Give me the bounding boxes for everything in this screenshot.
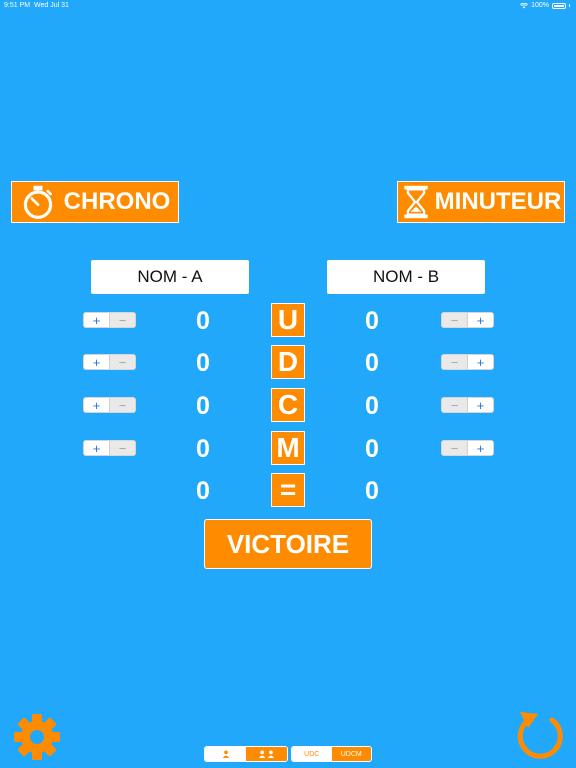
status-date: Wed Jul 31 [34,2,69,9]
mode-segmented-control: UDC UDCM [291,746,372,762]
single-player-segment[interactable] [205,747,246,761]
team-a-name-field[interactable]: NOM - A [91,260,249,294]
team-b-d-plus-button[interactable]: + [467,355,493,369]
status-time: 9:51 PM [4,2,31,9]
team-a-d-plus-button[interactable]: + [84,355,109,369]
team-a-m-plus-button[interactable]: + [84,441,109,455]
team-b-name-field[interactable]: NOM - B [327,260,485,294]
minuteur-button[interactable]: MINUTEUR [397,181,565,223]
team-a-u-minus-button[interactable]: − [109,313,135,327]
victoire-button[interactable]: VICTOIRE [204,519,372,569]
team-a-m-score: 0 [196,435,210,463]
battery-icon [552,2,566,9]
row-letter-d: D [271,345,305,379]
team-b-d-stepper[interactable]: − + [441,354,494,370]
battery-percent: 100% [531,2,549,9]
team-a-u-plus-button[interactable]: + [84,313,109,327]
team-a-m-stepper[interactable]: + − [83,440,136,456]
team-b-m-score: 0 [365,435,379,463]
row-letter-m: M [271,431,305,465]
two-players-segment[interactable] [246,747,287,761]
team-b-u-stepper[interactable]: − + [441,312,494,328]
team-a-m-minus-button[interactable]: − [109,441,135,455]
row-letter-u: U [271,303,305,337]
team-b-c-score: 0 [365,392,379,420]
wifi-icon [520,2,529,8]
battery-tip [569,4,570,7]
status-bar: 9:51 PM Wed Jul 31 100% [0,0,576,12]
team-a-d-stepper[interactable]: + − [83,354,136,370]
team-b-u-plus-button[interactable]: + [467,313,493,327]
hourglass-icon [403,185,428,219]
team-b-m-stepper[interactable]: − + [441,440,494,456]
chrono-button[interactable]: CHRONO [11,181,179,223]
chrono-label: CHRONO [63,188,171,215]
stopwatch-icon [23,185,52,219]
team-b-m-plus-button[interactable]: + [467,441,493,455]
team-b-c-minus-button[interactable]: − [442,398,467,412]
udc-segment[interactable]: UDC [292,747,332,761]
team-a-u-score: 0 [196,307,210,335]
team-a-c-plus-button[interactable]: + [84,398,109,412]
team-a-u-stepper[interactable]: + − [83,312,136,328]
team-b-c-plus-button[interactable]: + [467,398,493,412]
team-b-total-score: 0 [365,477,379,505]
row-letter-total: = [271,473,305,507]
gear-icon[interactable] [12,712,62,762]
team-a-c-stepper[interactable]: + − [83,397,136,413]
two-players-icon [258,750,274,758]
reset-icon[interactable] [512,710,566,764]
team-b-u-minus-button[interactable]: − [442,313,467,327]
players-segmented-control [204,746,288,762]
team-b-u-score: 0 [365,307,379,335]
minuteur-label: MINUTEUR [434,188,562,215]
team-b-m-minus-button[interactable]: − [442,441,467,455]
team-b-d-score: 0 [365,349,379,377]
team-b-c-stepper[interactable]: − + [441,397,494,413]
team-a-c-score: 0 [196,392,210,420]
team-b-name: NOM - B [372,267,440,286]
team-a-c-minus-button[interactable]: − [109,398,135,412]
team-a-name: NOM - A [137,267,203,286]
team-a-total-score: 0 [196,477,210,505]
team-a-d-minus-button[interactable]: − [109,355,135,369]
team-b-d-minus-button[interactable]: − [442,355,467,369]
status-right: 100% [520,2,570,9]
udcm-segment[interactable]: UDCM [331,747,371,761]
single-player-icon [222,750,229,758]
row-letter-c: C [271,388,305,422]
team-a-d-score: 0 [196,349,210,377]
